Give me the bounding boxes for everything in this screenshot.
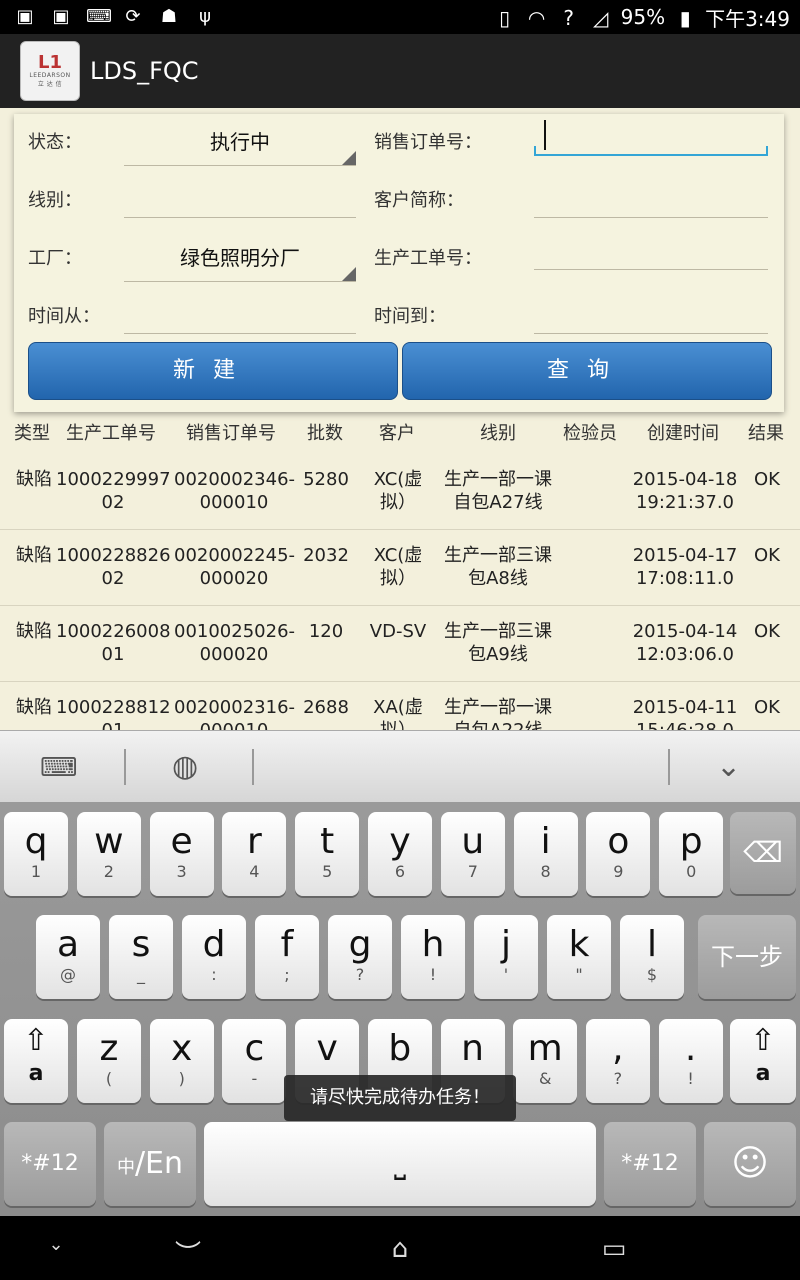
key-i[interactable]: i8 [513, 812, 578, 896]
table-row[interactable]: 缺陷1000228812010020002316-000010 2688 XA(虚拟… [0, 682, 800, 730]
cell-line: 生产一部三课 包A8线 [444, 545, 552, 589]
symbols-key-right[interactable]: *#12 [604, 1122, 696, 1206]
cell-line: 生产一部三课 包A9线 [444, 621, 552, 665]
cell-result: OK [754, 545, 780, 566]
key-j[interactable]: j ' [474, 915, 538, 999]
home-icon[interactable]: ⌂ [370, 1234, 430, 1264]
cell-customer: XC(虚 拟） [373, 469, 423, 513]
key-g[interactable]: g? [328, 915, 392, 999]
key-m[interactable]: m & [513, 1019, 578, 1103]
cell-type: 缺陷 [16, 621, 52, 642]
back-icon[interactable]: ︶ [158, 1234, 218, 1271]
cell-sales-order: 0020002245- 000020 [174, 545, 296, 589]
space-icon: ⎵ [394, 1146, 406, 1181]
shift-icon: ⇧ [23, 1023, 49, 1058]
keyboard-layout-icon[interactable]: ⌨ [40, 753, 78, 783]
cell-customer: VD-SV [369, 621, 427, 642]
symbols-key-left[interactable]: *#12 [4, 1122, 96, 1206]
next-key[interactable]: 下一步 [698, 915, 796, 999]
shift-left-key[interactable]: ⇧ a [4, 1019, 68, 1103]
backspace-icon: ⌫ [743, 836, 783, 869]
toast-message: 请尽快完成待办任务！ [284, 1075, 516, 1121]
cell-result: OK [754, 621, 780, 642]
cell-type: 缺陷 [16, 697, 52, 718]
key-d[interactable]: d: [182, 915, 246, 999]
key-f[interactable]: f; [255, 915, 319, 999]
shift-icon: ⇧ [750, 1023, 776, 1058]
key-o[interactable]: o9 [586, 812, 651, 896]
cell-type: 缺陷 [16, 545, 52, 566]
key-period[interactable]: .! [658, 1019, 723, 1103]
shift-right-key[interactable]: ⇧ a [730, 1019, 796, 1103]
key-z[interactable]: z( [77, 1019, 141, 1103]
navigation-bar: ⌄ ︶ ⌂ ▭ [0, 1216, 800, 1280]
cell-qty: 120 [308, 621, 344, 642]
cell-sales-order: 0020002316-000010 [174, 697, 296, 730]
cell-sales-order: 0020002346- 000010 [174, 469, 296, 513]
soft-keyboard: q1w2e3r4t5y6u7i8o9p0 ⌫ a @ s _ d: f; g? h! j ' k " l… [0, 802, 800, 1216]
key-t[interactable]: t5 [295, 812, 360, 896]
chevron-down-icon[interactable]: ⌄ [26, 1234, 86, 1255]
key-k[interactable]: k " [547, 915, 611, 999]
cell-result: OK [754, 697, 780, 718]
key-s[interactable]: s _ [109, 915, 173, 999]
key-r[interactable]: r4 [222, 812, 287, 896]
cell-created: 2015-04-18 19:21:37.0 [632, 469, 738, 513]
cell-created: 2015-04-14 12:03:06.0 [632, 621, 738, 665]
key-w[interactable]: w2 [76, 812, 141, 896]
cell-work-order: 100022881201 [56, 697, 171, 730]
space-key[interactable]: ⎵ [204, 1122, 596, 1206]
cell-line: 生产一部一课 自包A27线 [444, 469, 552, 513]
emoji-key[interactable]: ☺ [704, 1122, 796, 1206]
key-y[interactable]: y6 [368, 812, 432, 896]
cell-customer: XA(虚拟） [373, 697, 423, 730]
chevron-down-icon[interactable]: ⌄ [716, 749, 741, 784]
language-switch-key[interactable]: 中/En [104, 1122, 196, 1206]
keyboard-toolbar: ⌨ ◍ ⌄ [0, 730, 800, 802]
cell-customer: XC(虚 拟） [373, 545, 423, 589]
key-a[interactable]: a @ [36, 915, 100, 999]
cell-work-order: 1000229997 02 [56, 469, 171, 513]
key-c[interactable]: c- [222, 1019, 287, 1103]
cell-sales-order: 0010025026- 000020 [174, 621, 296, 665]
table-row[interactable]: 缺陷 1000229997 02 0020002346- 000010 5280 XC(虚拟… [0, 454, 800, 530]
key-l[interactable]: l $ [620, 915, 684, 999]
table-row[interactable]: 缺陷 1000228826 02 0020002245- 000020 2032 XC(虚拟… [0, 530, 800, 606]
cell-qty: 2032 [303, 545, 349, 566]
key-h[interactable]: h! [401, 915, 465, 999]
key-q[interactable]: q1 [4, 812, 68, 896]
globe-icon[interactable]: ◍ [172, 749, 198, 784]
table-row[interactable]: 缺陷 1000226008 01 0010025026- 000020 120 VD-SV 生… [0, 606, 800, 682]
recent-apps-icon[interactable]: ▭ [584, 1234, 644, 1264]
cell-work-order: 1000228826 02 [56, 545, 171, 589]
cell-type: 缺陷 [16, 469, 52, 490]
smiley-icon: ☺ [731, 1143, 769, 1184]
backspace-key[interactable]: ⌫ [730, 812, 796, 894]
cell-work-order: 1000226008 01 [56, 621, 171, 665]
key-e[interactable]: e3 [149, 812, 214, 896]
cell-qty: 5280 [303, 469, 349, 490]
key-p[interactable]: p0 [659, 812, 724, 896]
cell-qty: 2688 [303, 697, 349, 718]
cell-result: OK [754, 469, 780, 490]
cell-created: 2015-04-1115:46:28.0 [632, 697, 738, 730]
key-u[interactable]: u7 [440, 812, 505, 896]
key-comma[interactable]: ,? [585, 1019, 650, 1103]
cell-line: 生产一部一课自包A22线 [444, 697, 552, 730]
cell-created: 2015-04-17 17:08:11.0 [632, 545, 738, 589]
key-x[interactable]: x) [149, 1019, 214, 1103]
